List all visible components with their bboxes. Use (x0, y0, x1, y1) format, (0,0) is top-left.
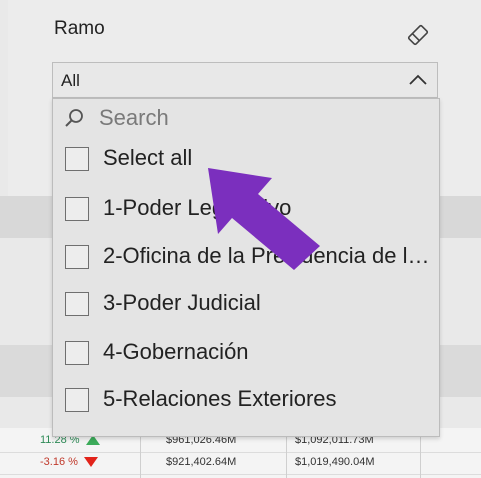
checkbox[interactable] (65, 341, 89, 365)
option-label: 5-Relaciones Exteriores (103, 386, 337, 411)
column-divider (286, 430, 287, 478)
checkbox[interactable] (65, 147, 89, 171)
option-item[interactable]: 3-Poder Judicial (65, 287, 435, 321)
table-row: -3.16 % $921,402.64M $1,019,490.04M (0, 452, 481, 475)
value-cell: $921,402.64M (166, 456, 237, 468)
option-item[interactable]: 5-Relaciones Exteriores (65, 383, 435, 417)
slicer-dropdown: Select all 1-Poder Legislativo 2-Oficina… (52, 98, 440, 437)
value-cell: $1,019,490.04M (295, 456, 375, 468)
down-triangle-icon (83, 457, 98, 468)
slicer-title: Ramo (54, 18, 105, 39)
pct-cell: -3.16 % (40, 456, 135, 468)
checkbox[interactable] (65, 245, 89, 269)
ramo-select[interactable]: All (52, 62, 438, 98)
option-label: 1-Poder Legislativo (103, 195, 292, 220)
search-icon (63, 107, 85, 129)
select-value: All (61, 71, 80, 90)
column-divider (420, 430, 421, 478)
option-item[interactable]: 4-Gobernación (65, 336, 435, 370)
option-label: 2-Oficina de la Presidencia de la Repúbl… (103, 243, 433, 268)
option-item[interactable]: 2-Oficina de la Presidencia de la Repúbl… (65, 240, 435, 274)
checkbox[interactable] (65, 197, 89, 221)
option-item[interactable]: 1-Poder Legislativo (65, 192, 435, 226)
checkbox[interactable] (65, 292, 89, 316)
search-row (63, 105, 423, 133)
option-label: 3-Poder Judicial (103, 290, 261, 315)
eraser-icon[interactable] (405, 22, 431, 48)
search-input[interactable] (99, 105, 399, 131)
option-label: 4-Gobernación (103, 339, 249, 364)
column-divider (140, 430, 141, 478)
option-label: Select all (103, 145, 193, 170)
option-select-all[interactable]: Select all (65, 142, 435, 176)
chevron-up-icon[interactable] (407, 69, 429, 91)
checkbox[interactable] (65, 388, 89, 412)
